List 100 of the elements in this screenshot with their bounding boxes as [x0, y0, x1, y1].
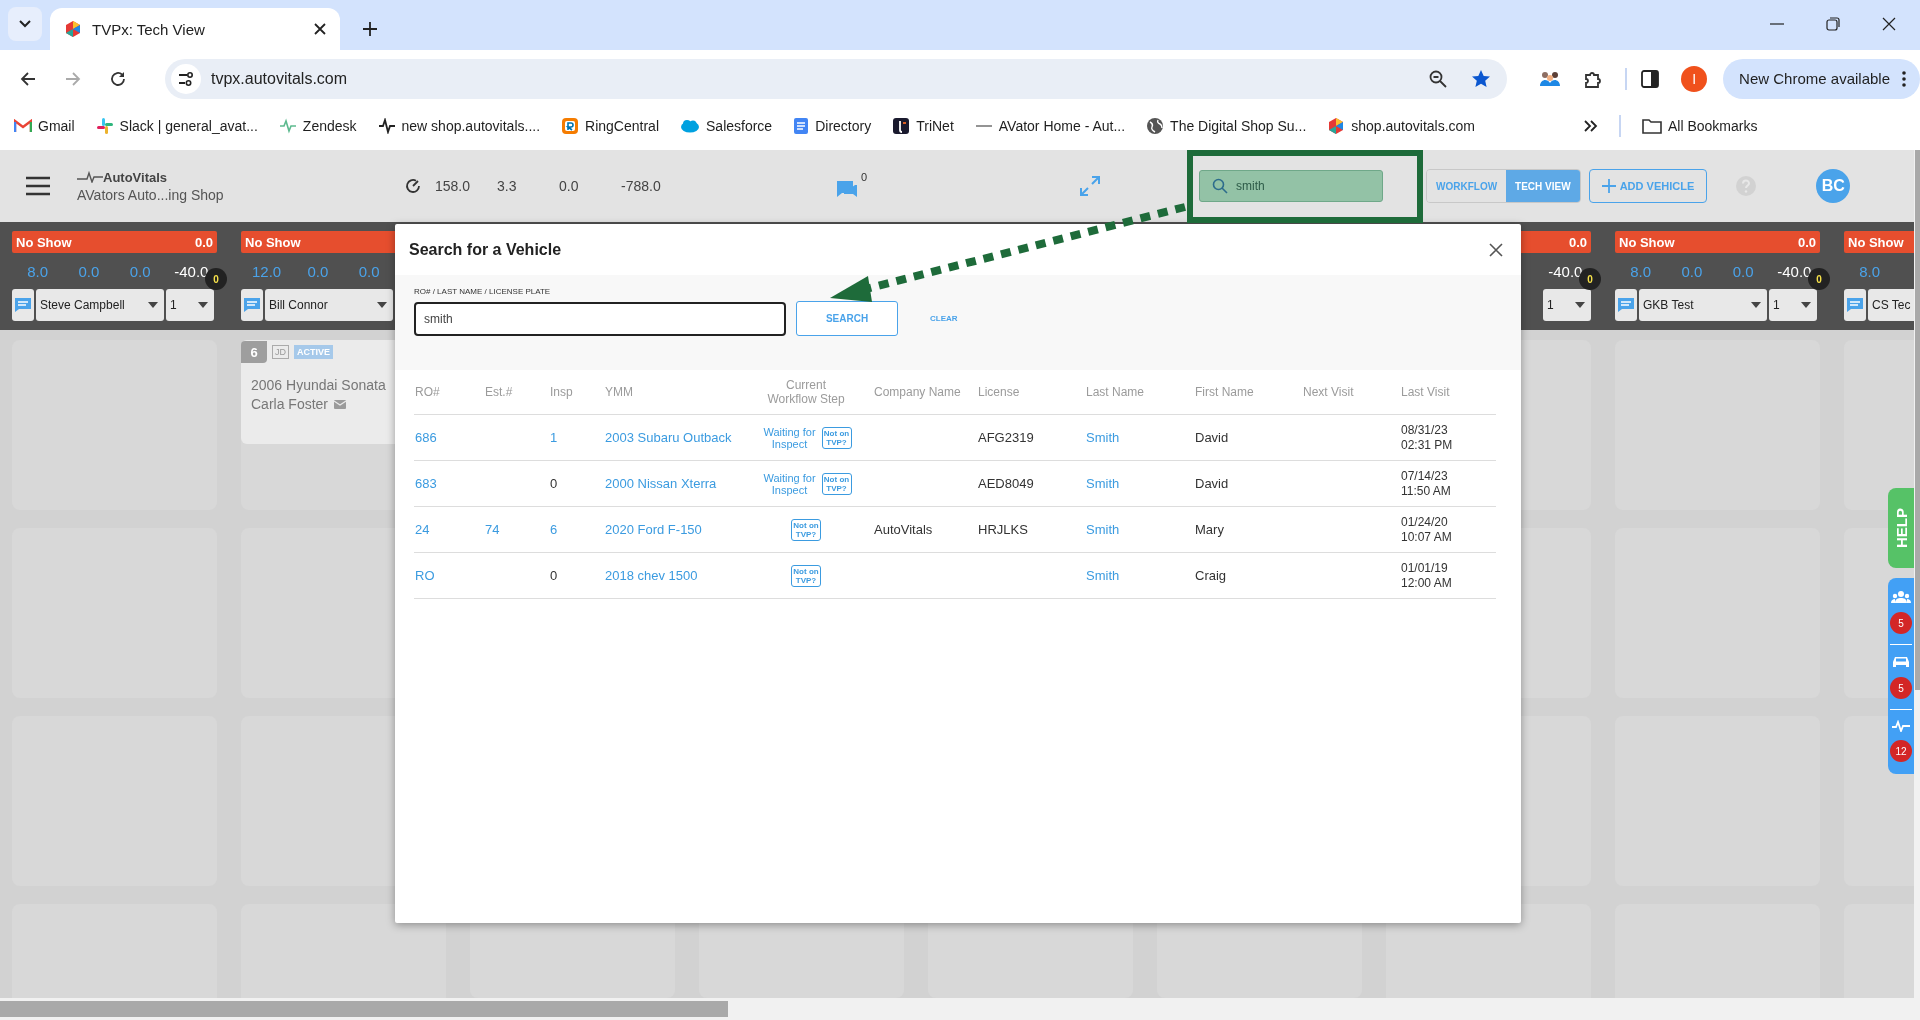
line-icon	[974, 123, 993, 129]
status-tag: Not on TVP?	[821, 426, 852, 449]
t-square-icon	[892, 117, 911, 135]
table-cell: David	[1194, 460, 1302, 507]
logo: AutoVitals	[77, 169, 377, 185]
chat-icon	[1846, 297, 1864, 313]
search-input[interactable]: smith	[414, 301, 786, 336]
count-select[interactable]: 1	[1543, 289, 1591, 321]
card-number: 6	[241, 341, 267, 363]
tech-stat: 0.0	[357, 262, 381, 280]
car-icon[interactable]	[1891, 655, 1911, 669]
ro-link[interactable]: 686	[414, 414, 484, 461]
table-cell: 0	[549, 552, 604, 599]
menu-icon[interactable]	[26, 176, 50, 196]
cloud-icon	[680, 119, 700, 133]
bookmark[interactable]: shop.autovitals.com	[1327, 117, 1475, 135]
zoom-out-icon[interactable]	[1429, 69, 1448, 88]
status-value: 0.0	[1797, 234, 1816, 250]
tech-stat: 8.0	[1858, 262, 1882, 280]
close-icon[interactable]	[314, 23, 326, 35]
all-bookmarks-button[interactable]: All Bookmarks	[1642, 118, 1758, 134]
caret-icon	[1801, 302, 1811, 308]
vehicle-link[interactable]: 2000 Nissan Xterra	[604, 460, 739, 507]
reload-icon[interactable]	[110, 70, 126, 87]
user-avatar[interactable]: BC	[1816, 169, 1851, 203]
people-extension-icon[interactable]	[1539, 69, 1562, 88]
caret-icon	[377, 302, 387, 308]
help-tab[interactable]: HELP	[1888, 488, 1914, 568]
bookmark[interactable]: Gmail	[14, 118, 75, 134]
vehicle-link[interactable]: 2020 Ford F-150	[604, 506, 739, 553]
restore-icon[interactable]	[1826, 17, 1840, 31]
browser-tab[interactable]: TVPx: Tech View	[50, 8, 340, 50]
bookmark[interactable]: Zendesk	[278, 118, 357, 134]
customer-name: Carla Foster	[251, 396, 329, 412]
bookmark[interactable]: RingCentral	[561, 117, 659, 135]
chat-icon	[835, 178, 859, 200]
estimate-link[interactable]: 74	[484, 506, 549, 553]
search-field[interactable]: smith	[1199, 170, 1383, 202]
tech-stat: 8.0	[26, 262, 50, 280]
back-icon[interactable]	[20, 70, 36, 87]
bookmark[interactable]: new shop.autovitals....	[377, 118, 541, 134]
bookmark[interactable]: Slack | general_avat...	[95, 117, 258, 135]
shop-name: AVators Auto...ing Shop	[77, 186, 225, 203]
tech-select[interactable]: Steve Campbell	[36, 289, 164, 321]
last-name-link[interactable]: Smith	[1085, 552, 1194, 599]
bookmark[interactable]: TriNet	[892, 117, 954, 135]
last-name-link[interactable]: Smith	[1085, 460, 1194, 507]
vertical-scrollbar[interactable]	[1914, 150, 1920, 998]
ro-link[interactable]: 24	[414, 506, 484, 553]
bookmark[interactable]: Salesforce	[680, 118, 773, 134]
inspection-link[interactable]: 6	[549, 506, 604, 553]
clear-link[interactable]: CLEAR	[930, 314, 958, 323]
pulse-icon[interactable]	[1892, 720, 1910, 732]
table-cell-text: 01/01/19 12:00 AM	[1401, 560, 1453, 591]
star-icon[interactable]	[1471, 68, 1492, 89]
update-button[interactable]: New Chrome available	[1723, 58, 1920, 99]
site-settings-icon[interactable]	[171, 63, 201, 94]
vehicle-link[interactable]: 2018 chev 1500	[604, 552, 739, 599]
status-label: No Show	[16, 234, 72, 250]
horizontal-scrollbar[interactable]	[0, 998, 1920, 1020]
view-tab[interactable]: TECH VIEW	[1506, 170, 1580, 202]
last-name-link[interactable]: Smith	[1085, 414, 1194, 461]
vehicle-link[interactable]: 2003 Subaru Outback	[604, 414, 739, 461]
status-label: No Show	[1848, 234, 1904, 250]
status-tag: Not on TVP?	[821, 472, 852, 495]
add-vehicle-button[interactable]: ADD VEHICLE	[1588, 169, 1708, 203]
people-icon[interactable]	[1891, 590, 1911, 604]
close-icon[interactable]	[1882, 17, 1896, 31]
tech-select[interactable]: Bill Connor	[265, 289, 393, 321]
bookmark[interactable]: The Digital Shop Su...	[1146, 117, 1307, 135]
chat-button[interactable]: 0	[835, 172, 867, 200]
bookmark[interactable]: AVator Home - Aut...	[974, 118, 1126, 134]
tech-select[interactable]: GKB Test	[1639, 289, 1767, 321]
mail-icon	[334, 399, 347, 409]
table-cell: David	[1194, 414, 1302, 461]
count-select[interactable]: 1	[1769, 289, 1817, 321]
address-bar[interactable]: tvpx.autovitals.com	[165, 58, 1508, 99]
ro-link[interactable]: 683	[414, 460, 484, 507]
column-header: Last Visit	[1400, 370, 1496, 415]
count-badge: 5	[1890, 612, 1912, 634]
tech-stat: 0.0	[128, 262, 152, 280]
bookmark[interactable]: Directory	[793, 117, 872, 135]
double-chevron-icon[interactable]	[1584, 120, 1598, 132]
url-text: tvpx.autovitals.com	[211, 69, 349, 88]
profile-avatar[interactable]: I	[1681, 65, 1708, 92]
search-button[interactable]: SEARCH	[796, 301, 898, 336]
last-name-link[interactable]: Smith	[1085, 506, 1194, 553]
table-cell: AutoVitals	[873, 506, 977, 553]
side-panel-icon[interactable]	[1641, 69, 1660, 88]
inspection-link[interactable]: 1	[549, 414, 604, 461]
tech-select[interactable]: CS Tec	[1868, 289, 1914, 321]
status-tag: Not on TVP?	[791, 564, 821, 587]
tech-stat: 12.0	[251, 262, 283, 280]
r-square-icon	[561, 117, 580, 135]
table-cell: Craig	[1194, 552, 1302, 599]
close-icon[interactable]	[1489, 242, 1503, 257]
ro-link[interactable]: RO	[414, 552, 484, 599]
tab-list-button[interactable]	[8, 7, 42, 41]
plus-icon[interactable]	[362, 21, 378, 37]
count-select[interactable]: 1	[166, 289, 214, 321]
